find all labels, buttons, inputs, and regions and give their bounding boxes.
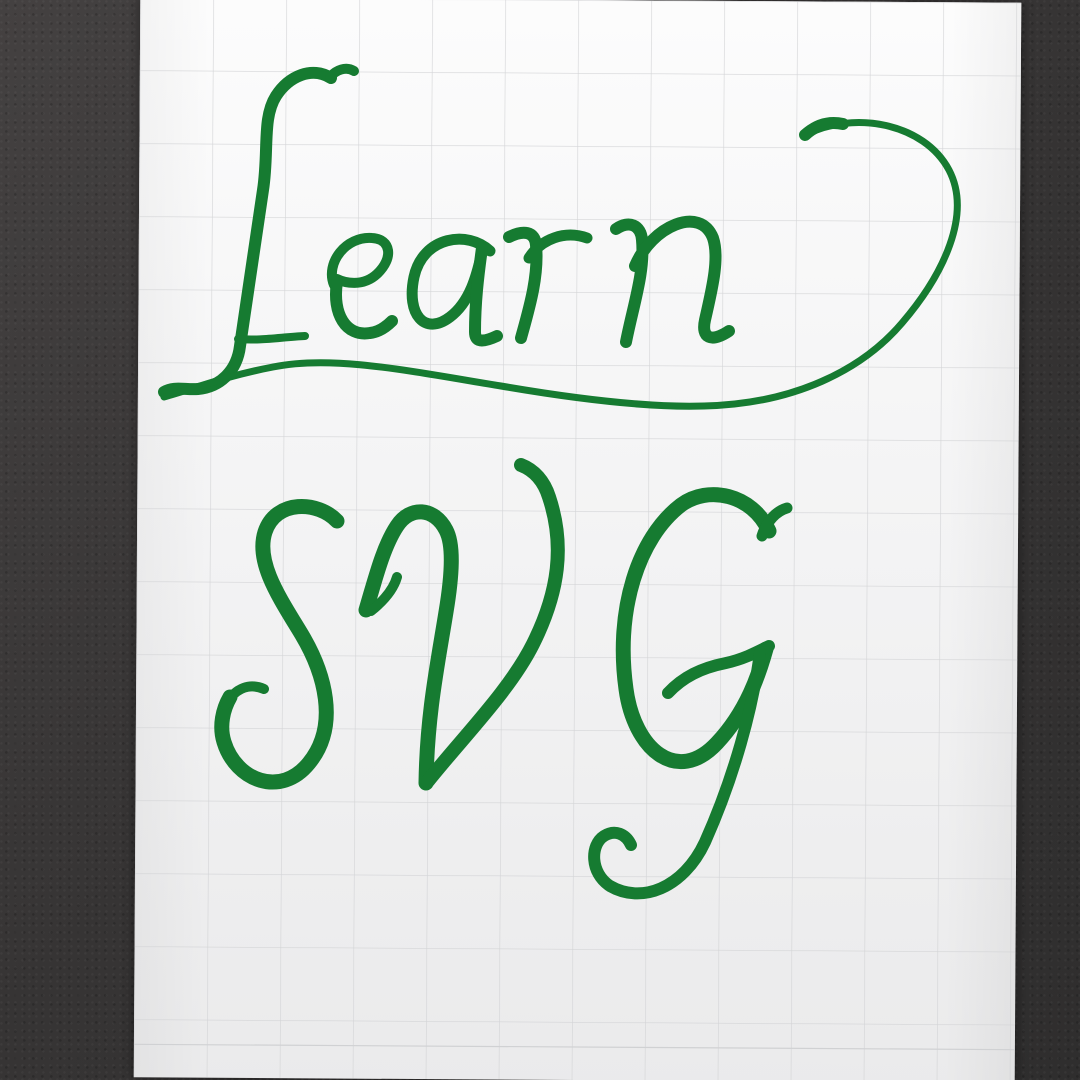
paper-grid [133, 0, 1022, 1080]
grid-paper-card [133, 0, 1022, 1080]
photo-scene [0, 0, 1080, 1080]
